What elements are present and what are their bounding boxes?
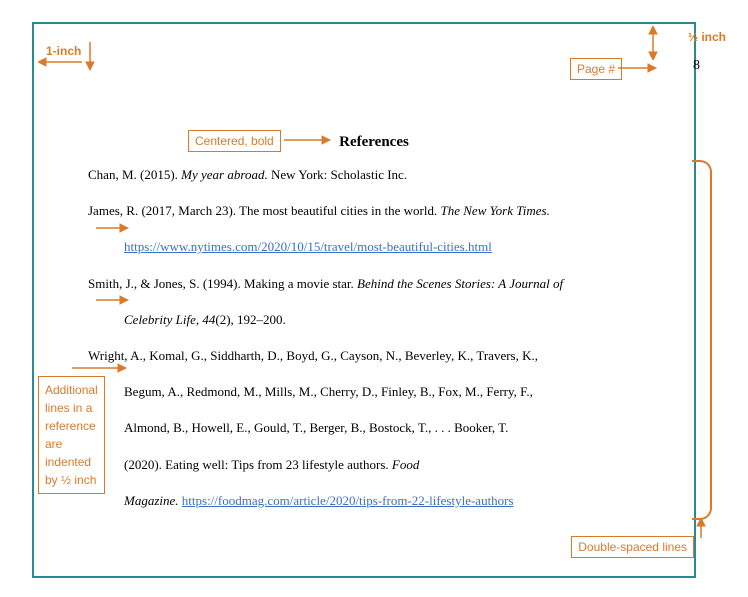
callout-page-num: Page #	[570, 58, 622, 80]
ref-text: (2), 192–200.	[215, 312, 285, 327]
callout-line: are	[45, 435, 98, 453]
ref-text: Begum, A., Redmond, M., Mills, M., Cherr…	[124, 384, 533, 399]
ref-source: Behind the Scenes Stories: A Journal of	[357, 276, 563, 291]
ref-source: Celebrity Life, 44	[124, 312, 215, 327]
callout-double-spaced: Double-spaced lines	[571, 536, 694, 558]
reference-entry: Wright, A., Komal, G., Siddharth, D., Bo…	[88, 347, 666, 510]
ref-link[interactable]: https://www.nytimes.com/2020/10/15/trave…	[124, 239, 492, 254]
ref-title: My year abroad.	[181, 167, 271, 182]
ref-source: The New York Times.	[441, 203, 550, 218]
arrow-centered-bold	[284, 134, 332, 146]
ref-text: Smith, J., & Jones, S. (1994). Making a …	[88, 276, 357, 291]
callout-line: reference	[45, 417, 98, 435]
callout-line: Additional	[45, 381, 98, 399]
reference-entry: James, R. (2017, March 23). The most bea…	[88, 202, 666, 256]
arrow-indent-3	[72, 362, 128, 374]
arrow-indent-1	[96, 222, 130, 234]
ref-text: James, R. (2017, March 23). The most bea…	[88, 203, 441, 218]
ref-text: New York: Scholastic Inc.	[271, 167, 407, 182]
arrow-page-num	[618, 62, 658, 74]
reference-entry: Chan, M. (2015). My year abroad. New Yor…	[88, 166, 666, 184]
ref-source: Magazine.	[124, 493, 182, 508]
arrow-half-inch	[646, 26, 660, 60]
ref-link[interactable]: https://foodmag.com/article/2020/tips-fr…	[182, 493, 514, 508]
arrow-double-spaced	[694, 518, 708, 540]
callout-line: by ½ inch	[45, 471, 98, 489]
arrow-indent-2	[96, 294, 130, 306]
ref-text: Almond, B., Howell, E., Gould, T., Berge…	[124, 420, 508, 435]
arrow-one-inch	[38, 38, 98, 72]
page-number: 8	[693, 58, 700, 74]
bracket-right	[692, 160, 712, 520]
ref-text: (2020). Eating well: Tips from 23 lifest…	[124, 457, 392, 472]
references-body: Chan, M. (2015). My year abroad. New Yor…	[88, 166, 666, 528]
ref-text: Wright, A., Komal, G., Siddharth, D., Bo…	[88, 348, 538, 363]
reference-entry: Smith, J., & Jones, S. (1994). Making a …	[88, 275, 666, 329]
callout-half-inch: ½ inch	[688, 30, 726, 44]
callout-line: indented	[45, 453, 98, 471]
callout-centered-bold: Centered, bold	[188, 130, 281, 152]
references-heading: References	[339, 134, 409, 151]
callout-line: lines in a	[45, 399, 98, 417]
ref-text: Chan, M. (2015).	[88, 167, 181, 182]
ref-source: Food	[392, 457, 419, 472]
callout-indent-note: Additional lines in a reference are inde…	[38, 376, 105, 494]
